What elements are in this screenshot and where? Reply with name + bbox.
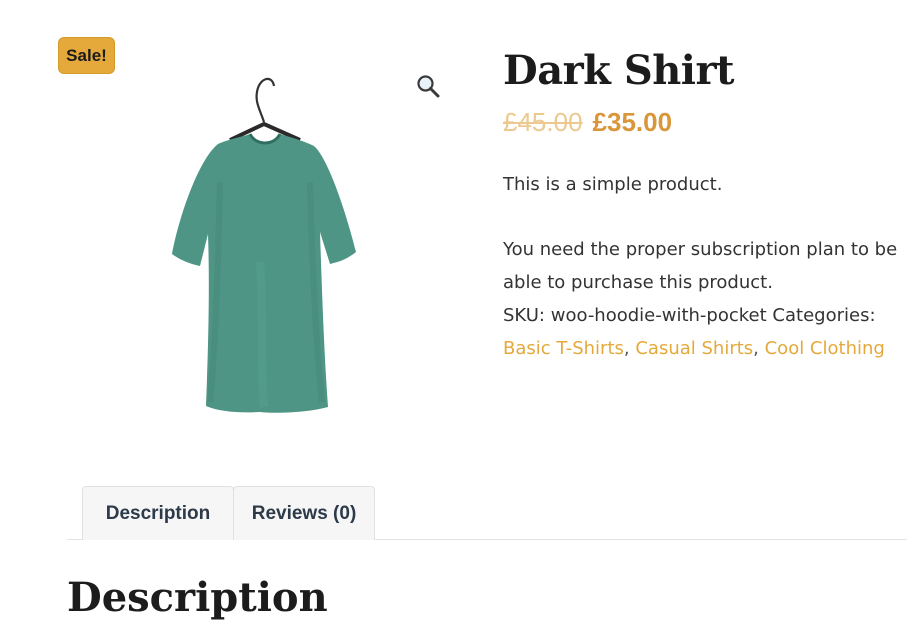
categories-label: Categories: [772, 305, 876, 326]
category-link-basic-t-shirts[interactable]: Basic T-Shirts [503, 338, 624, 359]
short-description: This is a simple product. [503, 174, 723, 195]
product-title: Dark Shirt [503, 47, 735, 94]
product-summary: Dark Shirt £45.00 £35.00 This is a simple… [503, 46, 903, 365]
magnifier-icon[interactable] [416, 74, 440, 98]
sale-badge: Sale! [58, 37, 115, 74]
shirt-image [172, 77, 356, 413]
sale-price: £35.00 [592, 107, 673, 137]
category-link-cool-clothing[interactable]: Cool Clothing [765, 338, 885, 359]
category-separator: , [753, 338, 765, 359]
tab-reviews[interactable]: Reviews (0) [233, 486, 375, 540]
subscription-note: You need the proper subscription plan to… [503, 239, 898, 293]
original-price: £45.00 [503, 107, 583, 137]
description-heading: Description [67, 574, 328, 621]
category-separator: , [623, 338, 636, 359]
sku-label: SKU: [503, 305, 545, 326]
price: £45.00 £35.00 [503, 104, 903, 140]
product-meta: SKU: woo-hoodie-with-pocket Categories: … [503, 299, 903, 365]
product-image[interactable] [160, 62, 370, 417]
category-link-casual-shirts[interactable]: Casual Shirts [635, 338, 753, 359]
tab-description[interactable]: Description [82, 486, 234, 540]
sku-value: woo-hoodie-with-pocket [550, 305, 767, 326]
